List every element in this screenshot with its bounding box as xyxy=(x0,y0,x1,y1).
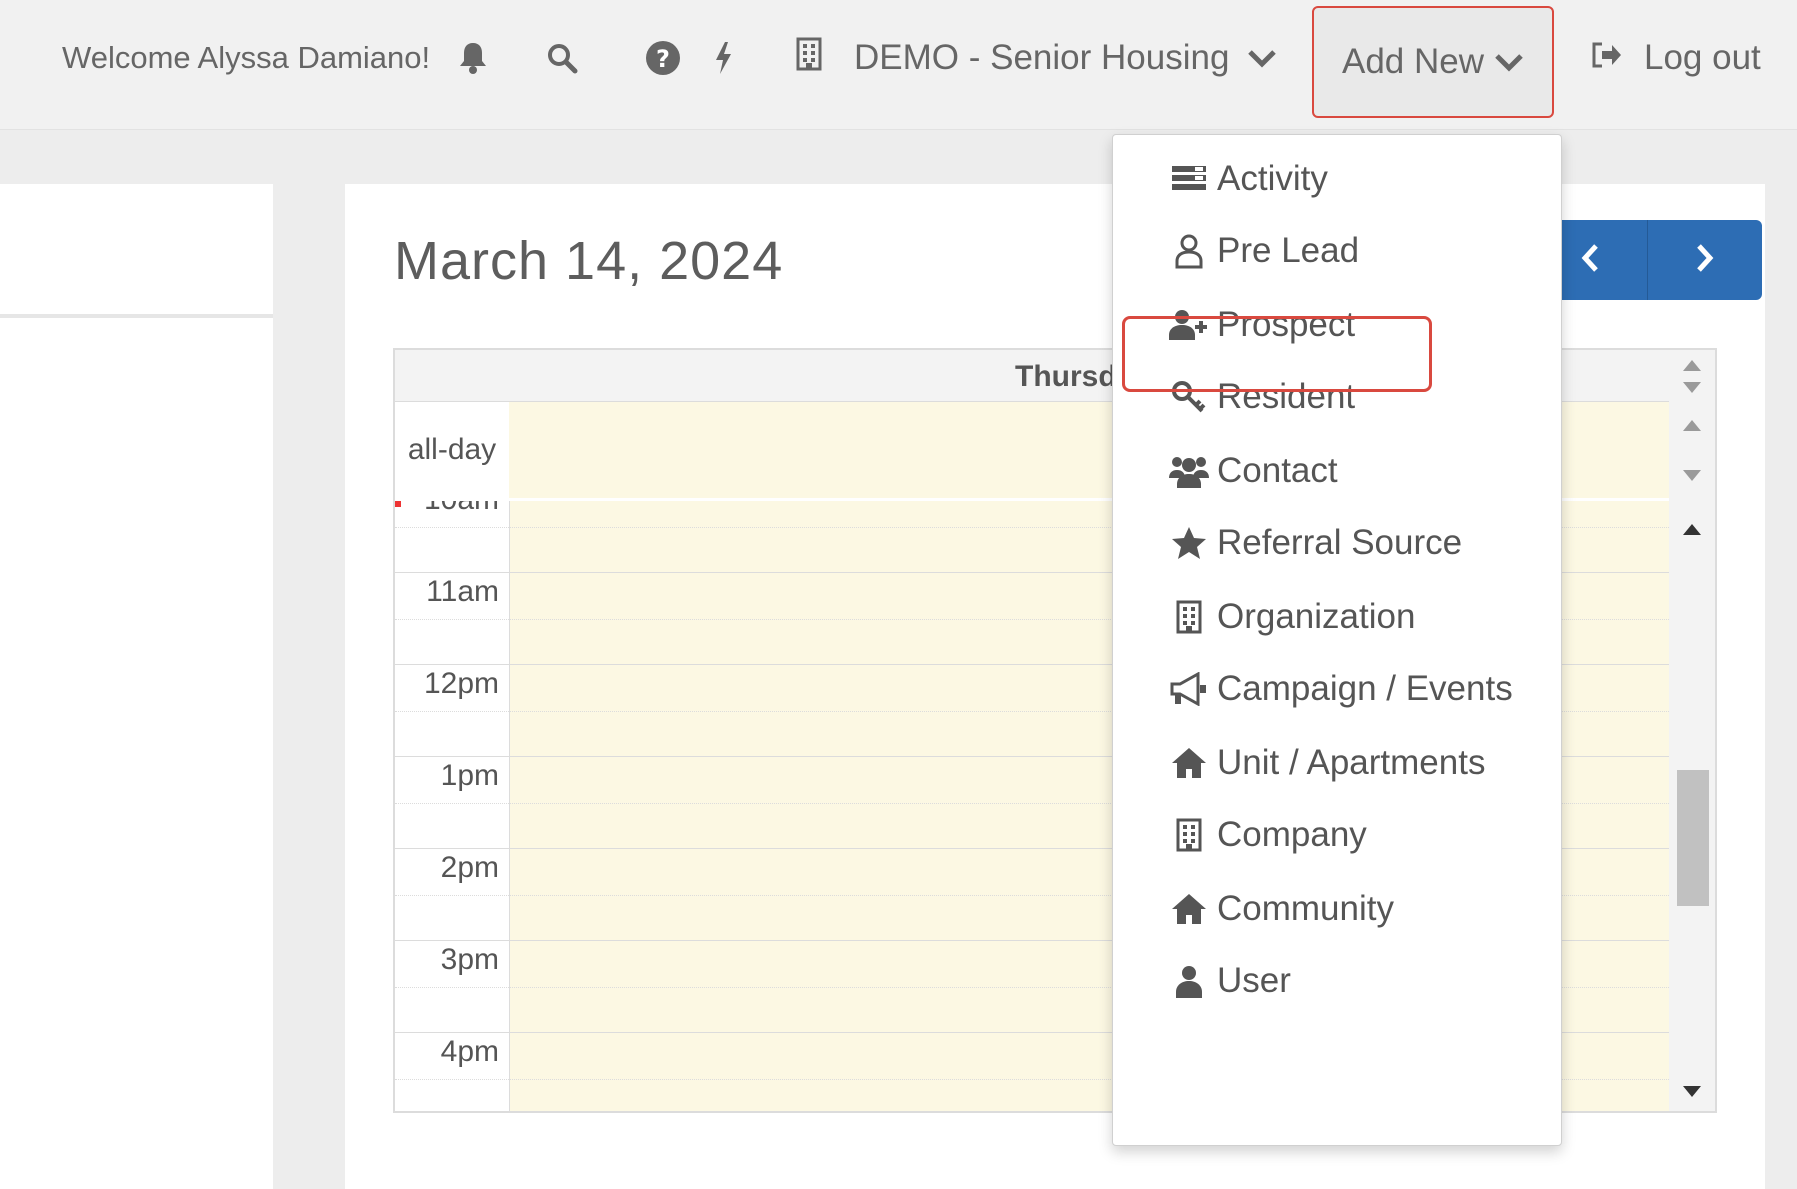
menu-item-referral-source[interactable]: Referral Source xyxy=(1169,519,1462,567)
scroll-up-arrow[interactable] xyxy=(1683,420,1701,431)
menu-item-label: Organization xyxy=(1217,597,1416,636)
menu-item-contact[interactable]: Contact xyxy=(1169,447,1338,495)
lightning-icon[interactable] xyxy=(702,36,744,80)
building-icon xyxy=(1169,597,1209,637)
community-selector[interactable]: DEMO - Senior Housing xyxy=(796,34,1277,82)
chevron-down-icon xyxy=(1494,42,1524,82)
menu-item-label: Contact xyxy=(1217,451,1338,490)
key-icon xyxy=(1169,377,1209,417)
chevron-left-icon xyxy=(1580,243,1600,278)
scroll-down-arrow[interactable] xyxy=(1683,470,1701,481)
menu-item-company[interactable]: Company xyxy=(1169,811,1367,859)
chevron-right-icon xyxy=(1695,243,1715,278)
building-icon xyxy=(1169,815,1209,855)
user-icon xyxy=(1169,961,1209,1001)
bullhorn-icon xyxy=(1169,669,1209,709)
add-new-button[interactable]: Add New xyxy=(1312,6,1554,118)
menu-item-label: Company xyxy=(1217,815,1367,854)
chevron-down-icon xyxy=(1247,38,1277,78)
menu-item-campaign-events[interactable]: Campaign / Events xyxy=(1169,665,1513,713)
bell-icon[interactable] xyxy=(452,36,494,80)
divider xyxy=(0,314,273,318)
community-name: DEMO - Senior Housing xyxy=(854,38,1230,77)
sign-out-icon xyxy=(1590,38,1622,78)
left-panel xyxy=(0,184,273,1189)
star-icon xyxy=(1169,523,1209,563)
search-icon[interactable] xyxy=(541,36,583,80)
menu-item-label: Referral Source xyxy=(1217,523,1463,562)
logout-button[interactable]: Log out xyxy=(1590,34,1761,82)
menu-item-user[interactable]: User xyxy=(1169,957,1291,1005)
menu-item-activity[interactable]: Activity xyxy=(1169,155,1328,203)
time-label: 10am xyxy=(395,501,509,573)
scrollbar-track[interactable] xyxy=(1669,350,1715,1111)
menu-item-unit-apartments[interactable]: Unit / Apartments xyxy=(1169,739,1485,787)
menu-item-label: Prospect xyxy=(1217,305,1356,344)
menu-item-prospect[interactable]: Prospect xyxy=(1169,301,1355,349)
menu-item-label: Resident xyxy=(1217,377,1356,416)
home-icon xyxy=(1169,889,1209,929)
scrollbar-thumb[interactable] xyxy=(1677,770,1709,906)
calendar-nav xyxy=(1533,220,1762,300)
menu-item-label: Activity xyxy=(1217,159,1328,198)
user-outline-icon xyxy=(1169,231,1209,271)
scroll-up-arrow[interactable] xyxy=(1683,524,1701,535)
activity-icon xyxy=(1169,159,1209,199)
menu-item-label: Unit / Apartments xyxy=(1217,743,1486,782)
welcome-text: Welcome Alyssa Damiano! xyxy=(62,40,431,75)
menu-item-label: Pre Lead xyxy=(1217,231,1360,270)
help-icon[interactable]: ? xyxy=(642,36,684,80)
menu-item-organization[interactable]: Organization xyxy=(1169,593,1415,641)
now-indicator xyxy=(395,501,401,507)
add-new-label: Add New xyxy=(1341,42,1485,81)
home-icon xyxy=(1169,743,1209,783)
users-icon xyxy=(1169,451,1209,491)
menu-item-label: User xyxy=(1217,961,1291,1000)
menu-item-community[interactable]: Community xyxy=(1169,885,1394,933)
menu-item-resident[interactable]: Resident xyxy=(1169,373,1355,421)
user-plus-icon xyxy=(1169,305,1209,345)
time-label: 4pm xyxy=(395,1033,509,1111)
menu-item-label: Community xyxy=(1217,889,1394,928)
menu-item-label: Campaign / Events xyxy=(1217,669,1513,708)
calendar-date-title: March 14, 2024 xyxy=(394,231,784,291)
top-navbar: Welcome Alyssa Damiano! ? DEMO - Senior … xyxy=(0,0,1797,130)
add-new-dropdown: Activity Pre Lead Prospect Resident Cont… xyxy=(1112,134,1562,1146)
logout-label: Log out xyxy=(1644,38,1761,77)
all-day-label: all-day xyxy=(395,402,509,498)
menu-item-pre-lead[interactable]: Pre Lead xyxy=(1169,227,1359,275)
scroll-down-arrow[interactable] xyxy=(1683,1086,1701,1097)
scroll-down-arrow[interactable] xyxy=(1683,382,1701,393)
scroll-up-arrow[interactable] xyxy=(1683,360,1701,371)
building-icon xyxy=(796,37,822,80)
next-day-button[interactable] xyxy=(1648,220,1762,300)
svg-text:?: ? xyxy=(656,45,670,73)
